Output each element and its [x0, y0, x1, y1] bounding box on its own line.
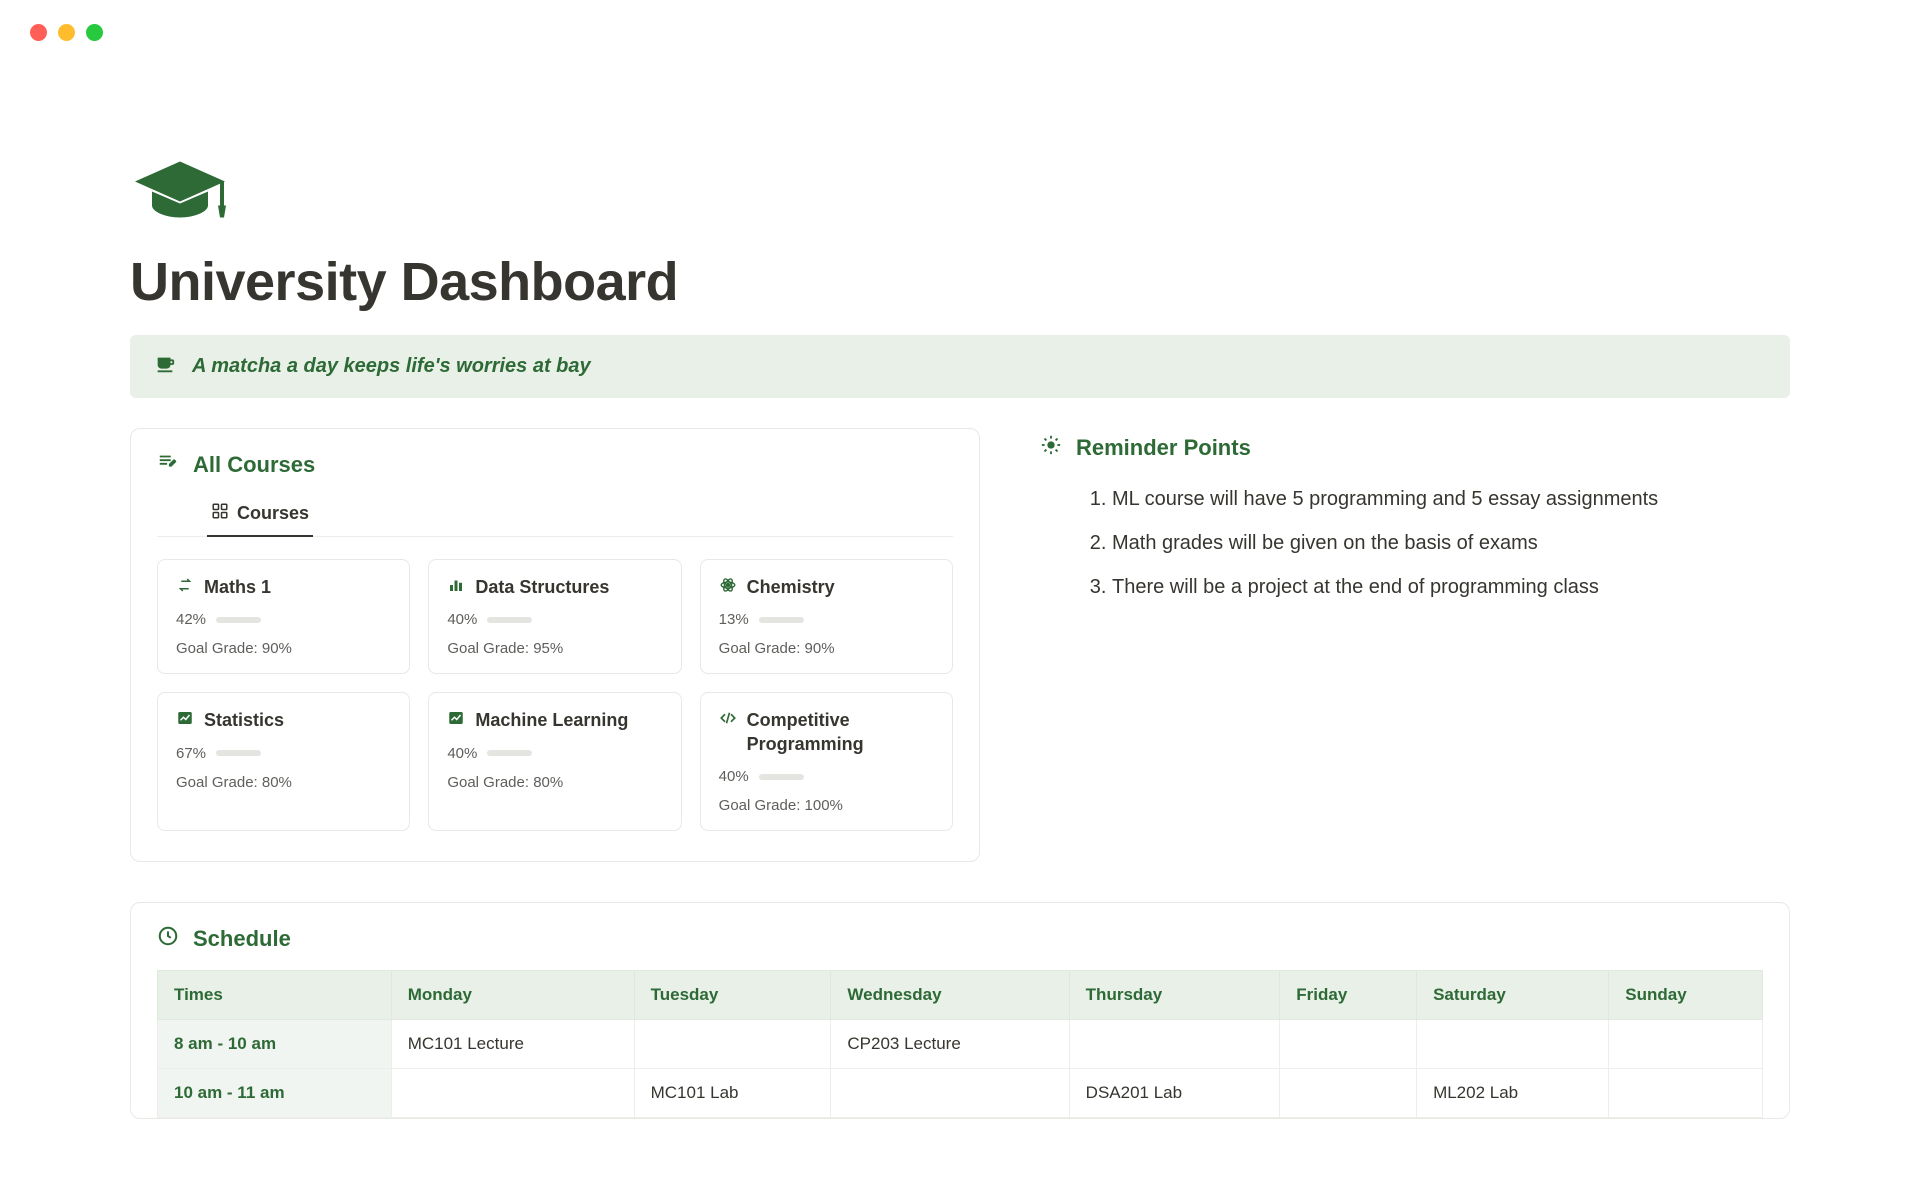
course-name: Data Structures: [475, 576, 609, 599]
window-traffic-lights: [0, 0, 1920, 41]
reminder-item: ML course will have 5 programming and 5 …: [1112, 477, 1790, 521]
course-goal-grade: Goal Grade: 80%: [447, 774, 662, 791]
page-icon-graduation-cap: [130, 151, 1790, 231]
window-zoom-button[interactable]: [86, 24, 103, 41]
course-progress-percent: 40%: [719, 768, 749, 785]
page-title: University Dashboard: [130, 251, 1790, 313]
schedule-cell[interactable]: MC101 Lecture: [391, 1020, 634, 1069]
course-grid: Maths 1 42% Goal Grade: 90% Data Structures…: [157, 559, 953, 831]
reminder-item: Math grades will be given on the basis o…: [1112, 521, 1790, 565]
reminders-panel: Reminder Points ML course will have 5 pr…: [1040, 428, 1790, 862]
schedule-column-header: Tuesday: [634, 971, 831, 1020]
window-minimize-button[interactable]: [58, 24, 75, 41]
schedule-table: TimesMondayTuesdayWednesdayThursdayFrida…: [157, 970, 1763, 1118]
courses-panel: All Courses Courses Maths 1 42% Goal Grade…: [130, 428, 980, 862]
schedule-column-header: Thursday: [1069, 971, 1280, 1020]
clock-icon: [157, 925, 179, 952]
course-name: Chemistry: [747, 576, 835, 599]
schedule-cell[interactable]: [1280, 1020, 1417, 1069]
course-progress-bar: [216, 617, 261, 623]
course-goal-grade: Goal Grade: 90%: [176, 640, 391, 657]
course-name: Machine Learning: [475, 709, 628, 732]
schedule-column-header: Sunday: [1609, 971, 1763, 1020]
course-name: Competitive Programming: [747, 709, 934, 756]
course-progress-bar: [216, 750, 261, 756]
line-chart-icon: [447, 709, 465, 732]
course-goal-grade: Goal Grade: 80%: [176, 774, 391, 791]
schedule-column-header: Saturday: [1417, 971, 1609, 1020]
schedule-cell[interactable]: ML202 Lab: [1417, 1069, 1609, 1118]
schedule-cell[interactable]: [1609, 1020, 1763, 1069]
reminders-list: ML course will have 5 programming and 5 …: [1040, 477, 1790, 609]
line-chart-icon: [176, 709, 194, 732]
schedule-cell[interactable]: CP203 Lecture: [831, 1020, 1069, 1069]
course-progress-bar: [487, 617, 532, 623]
schedule-cell[interactable]: [634, 1020, 831, 1069]
tab-courses-label: Courses: [237, 503, 309, 524]
coffee-icon: [154, 353, 176, 380]
course-name: Maths 1: [204, 576, 271, 599]
edit-list-icon: [157, 451, 179, 478]
reminders-heading: Reminder Points: [1076, 435, 1251, 461]
schedule-cell[interactable]: [1417, 1020, 1609, 1069]
sun-icon: [1040, 434, 1062, 461]
schedule-column-header: Wednesday: [831, 971, 1069, 1020]
course-progress-percent: 40%: [447, 611, 477, 628]
schedule-cell[interactable]: [391, 1069, 634, 1118]
window-close-button[interactable]: [30, 24, 47, 41]
schedule-column-header: Friday: [1280, 971, 1417, 1020]
course-card[interactable]: Maths 1 42% Goal Grade: 90%: [157, 559, 410, 674]
course-progress-percent: 13%: [719, 611, 749, 628]
course-card[interactable]: Chemistry 13% Goal Grade: 90%: [700, 559, 953, 674]
courses-tab-bar: Courses: [157, 494, 953, 537]
course-card[interactable]: Competitive Programming 40% Goal Grade: 10…: [700, 692, 953, 831]
course-progress-percent: 42%: [176, 611, 206, 628]
bar-chart-icon: [447, 576, 465, 599]
reminder-item: There will be a project at the end of pr…: [1112, 565, 1790, 609]
schedule-cell[interactable]: [1280, 1069, 1417, 1118]
course-goal-grade: Goal Grade: 100%: [719, 797, 934, 814]
course-name: Statistics: [204, 709, 284, 732]
schedule-heading: Schedule: [193, 926, 291, 952]
code-icon: [719, 709, 737, 732]
course-progress-bar: [759, 774, 804, 780]
course-progress-bar: [487, 750, 532, 756]
quote-callout: A matcha a day keeps life's worries at b…: [130, 335, 1790, 398]
schedule-cell[interactable]: MC101 Lab: [634, 1069, 831, 1118]
course-card[interactable]: Statistics 67% Goal Grade: 80%: [157, 692, 410, 831]
course-card[interactable]: Machine Learning 40% Goal Grade: 80%: [428, 692, 681, 831]
course-goal-grade: Goal Grade: 95%: [447, 640, 662, 657]
tab-courses[interactable]: Courses: [207, 494, 313, 537]
schedule-row: 8 am - 10 amMC101 Lecture CP203 Lecture: [158, 1020, 1763, 1069]
schedule-row: 10 am - 11 am MC101 Lab DSA201 Lab ML202 La…: [158, 1069, 1763, 1118]
schedule-time-cell: 8 am - 10 am: [158, 1020, 392, 1069]
courses-heading: All Courses: [193, 452, 315, 478]
course-card[interactable]: Data Structures 40% Goal Grade: 95%: [428, 559, 681, 674]
schedule-cell[interactable]: [1069, 1020, 1280, 1069]
schedule-header-row: TimesMondayTuesdayWednesdayThursdayFrida…: [158, 971, 1763, 1020]
schedule-panel: Schedule TimesMondayTuesdayWednesdayThur…: [130, 902, 1790, 1119]
course-progress-bar: [759, 617, 804, 623]
course-progress-percent: 40%: [447, 745, 477, 762]
schedule-time-cell: 10 am - 11 am: [158, 1069, 392, 1118]
swap-icon: [176, 576, 194, 599]
schedule-column-header: Monday: [391, 971, 634, 1020]
grid-icon: [211, 502, 229, 525]
atom-icon: [719, 576, 737, 599]
course-progress-percent: 67%: [176, 745, 206, 762]
schedule-body: 8 am - 10 amMC101 LectureCP203 Lecture10…: [158, 1020, 1763, 1118]
course-goal-grade: Goal Grade: 90%: [719, 640, 934, 657]
quote-text: A matcha a day keeps life's worries at b…: [192, 355, 591, 378]
schedule-cell[interactable]: DSA201 Lab: [1069, 1069, 1280, 1118]
schedule-cell[interactable]: [1609, 1069, 1763, 1118]
schedule-cell[interactable]: [831, 1069, 1069, 1118]
schedule-column-header: Times: [158, 971, 392, 1020]
